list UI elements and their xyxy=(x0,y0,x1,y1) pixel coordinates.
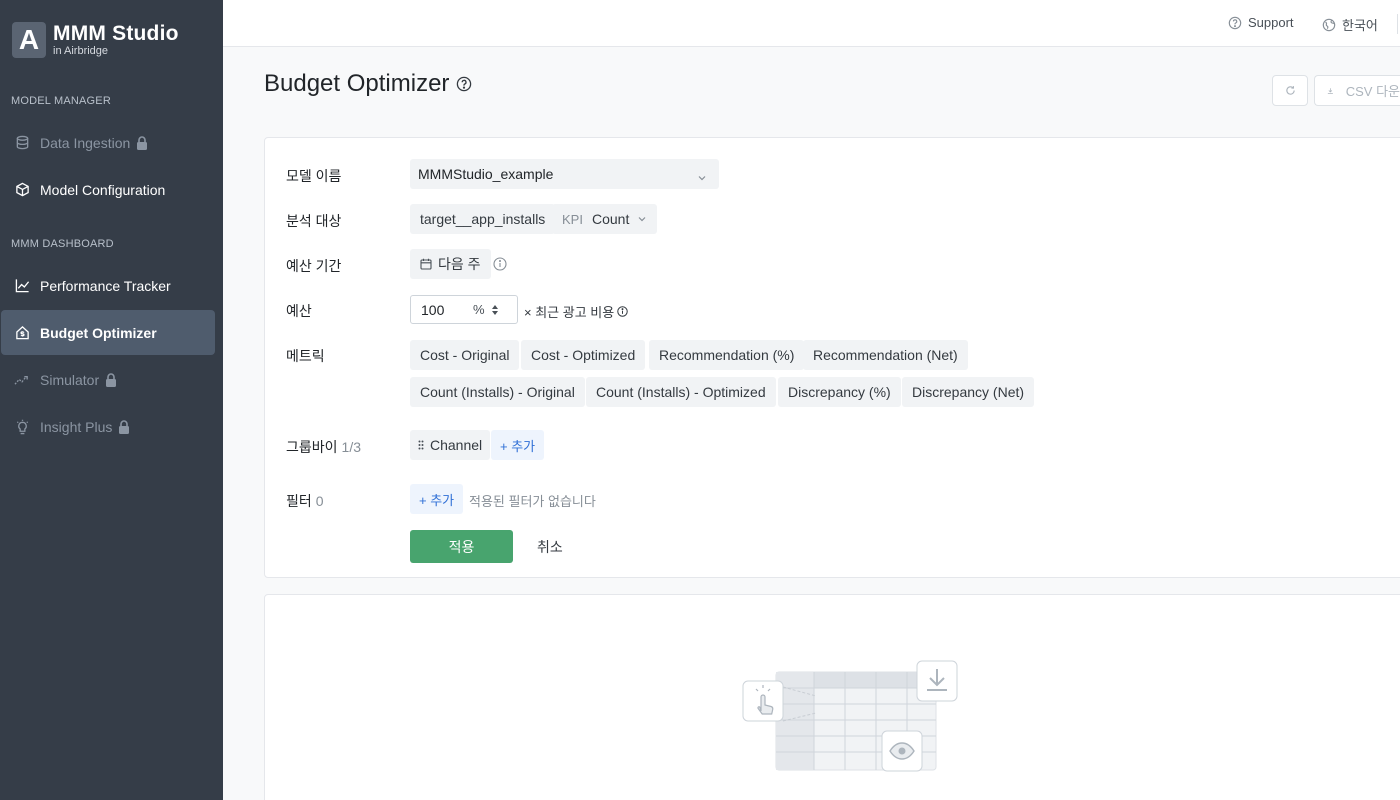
cube-icon xyxy=(14,182,30,198)
kpi-value: Count xyxy=(591,211,630,227)
logo-title: MMM Studio xyxy=(53,22,179,45)
sidebar-item-simulator[interactable]: Simulator xyxy=(1,357,215,402)
budget-suffix-text: × 최근 광고 비용 xyxy=(524,305,615,320)
calendar-icon xyxy=(420,258,432,270)
sidebar-item-label: Budget Optimizer xyxy=(40,324,157,341)
sidebar-item-data-ingestion[interactable]: Data Ingestion xyxy=(1,120,215,165)
sidebar-item-model-configuration[interactable]: Model Configuration xyxy=(1,167,215,212)
budget-value: 100 xyxy=(421,301,445,318)
hand-pointer-icon xyxy=(742,680,784,722)
eye-icon xyxy=(881,730,923,772)
settings-panel: 모델 이름 MMMStudio_example 분석 대상 target__ap… xyxy=(264,137,1400,578)
period-value: 다음 주 xyxy=(438,256,481,272)
line-chart-icon xyxy=(14,278,30,294)
sidebar-item-label: Data Ingestion xyxy=(40,134,131,151)
help-circle-icon[interactable] xyxy=(456,76,472,92)
lock-icon xyxy=(118,419,130,434)
support-label: Support xyxy=(1248,15,1294,30)
metric-chip[interactable]: Recommendation (Net) xyxy=(803,340,968,370)
model-select-value: MMMStudio_example xyxy=(418,166,554,182)
drag-handle-icon[interactable] xyxy=(418,440,424,450)
sidebar: A MMM Studio in Airbridge MODEL MANAGER … xyxy=(0,0,223,800)
section-model-manager: MODEL MANAGER xyxy=(11,95,111,107)
filter-empty-text: 적용된 필터가 없습니다 xyxy=(469,494,596,509)
groupby-label-text: 그룹바이 xyxy=(286,439,338,455)
stepper-icon[interactable] xyxy=(490,303,500,317)
download-icon xyxy=(1327,87,1333,94)
sidebar-item-label: Model Configuration xyxy=(40,181,166,198)
period-label: 예산 기간 xyxy=(286,258,342,274)
metric-chip[interactable]: Cost - Optimized xyxy=(521,340,646,370)
csv-download-button[interactable]: CSV 다운 xyxy=(1314,75,1400,106)
logo-mark: A xyxy=(12,22,46,58)
refresh-icon xyxy=(1285,86,1295,95)
lock-icon xyxy=(136,135,148,150)
groupby-label: 그룹바이 1/3 xyxy=(286,437,361,457)
groupby-count: 1/3 xyxy=(341,439,361,455)
chevron-down-icon xyxy=(637,215,647,223)
refresh-button[interactable] xyxy=(1272,75,1308,106)
budget-label: 예산 xyxy=(286,303,312,319)
language-selector[interactable]: 한국어 xyxy=(1322,15,1378,34)
add-groupby-button[interactable]: + 추가 xyxy=(491,430,545,460)
logo[interactable]: A MMM Studio in Airbridge xyxy=(12,22,179,58)
page-title: Budget Optimizer xyxy=(264,70,472,98)
kpi-prefix: KPI xyxy=(562,211,583,227)
metric-chip[interactable]: Discrepancy (Net) xyxy=(902,377,1035,407)
trend-icon xyxy=(14,372,30,388)
sidebar-item-budget-optimizer[interactable]: Budget Optimizer xyxy=(1,310,215,355)
info-icon[interactable] xyxy=(617,306,628,317)
page-title-text: Budget Optimizer xyxy=(264,70,450,97)
sidebar-item-label: Simulator xyxy=(40,371,100,388)
metrics-label: 메트릭 xyxy=(286,348,325,364)
budget-suffix: × 최근 광고 비용 xyxy=(524,302,628,321)
language-label: 한국어 xyxy=(1342,18,1378,33)
empty-table-illustration xyxy=(742,660,958,772)
apply-button[interactable]: 적용 xyxy=(410,530,513,563)
section-mmm-dashboard: MMM DASHBOARD xyxy=(11,238,114,250)
sidebar-item-insight-plus[interactable]: Insight Plus xyxy=(1,404,215,449)
target-label: 분석 대상 xyxy=(286,213,342,229)
add-filter-button[interactable]: + 추가 xyxy=(410,484,464,514)
database-icon xyxy=(14,135,30,151)
logo-subtitle: in Airbridge xyxy=(53,45,109,57)
filter-label: 필터 0 xyxy=(286,491,324,511)
budget-unit: % xyxy=(473,302,485,317)
filter-count: 0 xyxy=(315,493,324,509)
kpi-select[interactable]: KPI Count xyxy=(552,204,658,234)
budget-input[interactable]: 100 % xyxy=(410,295,518,324)
divider xyxy=(1397,14,1398,34)
info-icon[interactable] xyxy=(493,257,507,271)
model-name-label: 모델 이름 xyxy=(286,168,342,184)
sidebar-item-performance-tracker[interactable]: Performance Tracker xyxy=(1,263,215,308)
lightbulb-icon xyxy=(14,419,30,435)
cancel-button[interactable]: 취소 xyxy=(537,537,563,557)
lock-icon xyxy=(105,372,117,387)
metric-chip[interactable]: Cost - Original xyxy=(410,340,520,370)
top-bar: Support 한국어 xyxy=(223,0,1400,47)
support-link[interactable]: Support xyxy=(1228,15,1294,30)
metric-chip[interactable]: Discrepancy (%) xyxy=(778,377,901,407)
results-panel xyxy=(264,594,1400,800)
globe-icon xyxy=(1322,18,1336,31)
sidebar-item-label: Performance Tracker xyxy=(40,277,171,294)
period-picker[interactable]: 다음 주 xyxy=(410,249,491,279)
metric-chip[interactable]: Count (Installs) - Optimized xyxy=(586,377,776,407)
download-tray-icon xyxy=(916,660,958,702)
home-dollar-icon xyxy=(14,325,30,341)
target-value: target__app_installs xyxy=(420,211,546,227)
csv-download-label: CSV 다운 xyxy=(1345,84,1400,99)
model-select[interactable]: MMMStudio_example xyxy=(410,159,719,189)
target-chip[interactable]: target__app_installs xyxy=(410,204,556,234)
groupby-chip[interactable]: Channel xyxy=(410,430,491,460)
groupby-chip-label: Channel xyxy=(430,437,483,453)
metric-chip[interactable]: Count (Installs) - Original xyxy=(410,377,585,407)
sidebar-item-label: Insight Plus xyxy=(40,418,113,435)
filter-label-text: 필터 xyxy=(286,493,312,509)
help-circle-icon xyxy=(1228,16,1242,29)
metric-chip[interactable]: Recommendation (%) xyxy=(649,340,805,370)
chevron-down-icon xyxy=(697,169,707,185)
